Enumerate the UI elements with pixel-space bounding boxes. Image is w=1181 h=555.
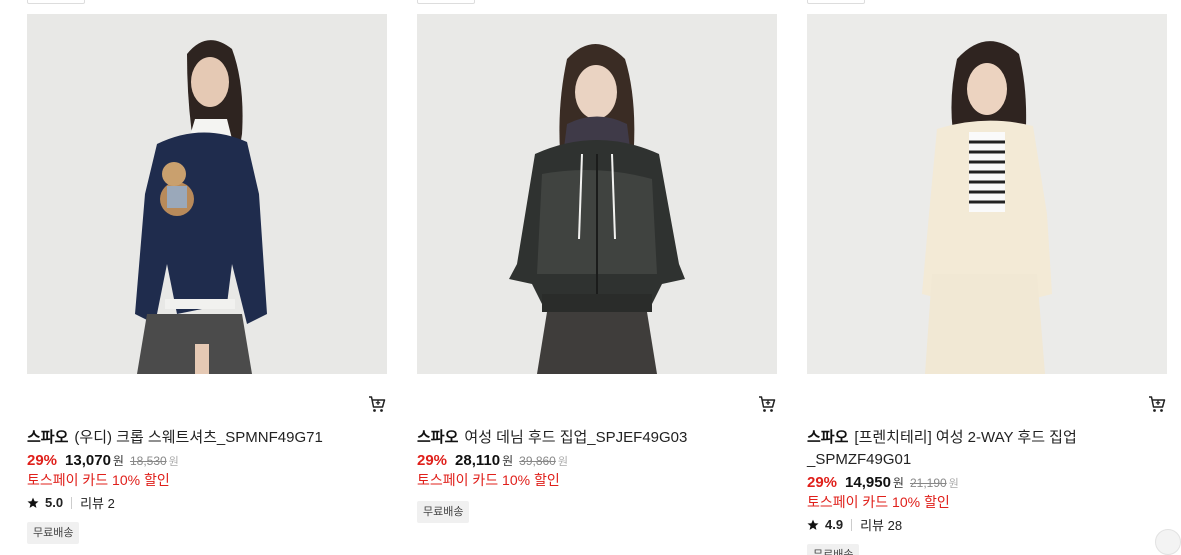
product-title[interactable]: 스파오 [프렌치테리] 여성 2-WAY 후드 집업 _SPMZF49G01 bbox=[807, 427, 1167, 471]
rating-row: 5.0 리뷰 2 bbox=[27, 493, 115, 512]
original-price: 39,860 bbox=[519, 454, 556, 468]
rating-score: 4.9 bbox=[825, 517, 844, 532]
rating-row: 4.9 리뷰 28 bbox=[807, 515, 902, 534]
divider bbox=[851, 518, 853, 531]
cream-hood-zipup-photo-icon bbox=[807, 14, 1167, 374]
navy-sweatshirt-photo-icon bbox=[27, 14, 387, 374]
currency-unit: 원 bbox=[112, 454, 124, 468]
sale-price: 14,950 bbox=[845, 474, 891, 491]
free-shipping-badge: 무료배송 bbox=[417, 501, 470, 523]
discount-rate: 29% bbox=[807, 474, 838, 491]
brand-name: 스파오 bbox=[27, 429, 69, 446]
product-image[interactable] bbox=[417, 14, 777, 374]
rating-score: 5.0 bbox=[45, 495, 64, 510]
sale-price: 13,070 bbox=[65, 452, 111, 469]
cart-icon bbox=[759, 396, 776, 412]
price-row: 29% 28,110 원 39,860 원 bbox=[417, 452, 568, 469]
currency-unit: 원 bbox=[502, 454, 514, 468]
original-currency-unit: 원 bbox=[948, 478, 959, 490]
sale-price: 28,110 bbox=[455, 452, 501, 469]
product-title[interactable]: 스파오 여성 데님 후드 집업_SPJEF49G03 bbox=[417, 427, 777, 449]
free-shipping-badge: 무료배송 bbox=[27, 522, 80, 544]
add-to-cart-button[interactable] bbox=[367, 394, 387, 414]
discount-rate: 29% bbox=[417, 452, 448, 469]
original-price: 21,190 bbox=[909, 476, 947, 490]
product-grid: 스파오 (우디) 크롭 스웨트셔츠_SPMNF49G71 29% 13,070 원… bbox=[0, 0, 1181, 555]
scroll-button[interactable] bbox=[1155, 529, 1181, 555]
card-promo-text: 토스페이 카드 10% 할인 bbox=[807, 494, 950, 510]
product-name: (우디) 크롭 스웨트셔츠_SPMNF49G71 bbox=[74, 429, 323, 446]
previous-row-element bbox=[807, 0, 865, 4]
cart-icon bbox=[1149, 396, 1166, 412]
star-icon bbox=[807, 519, 819, 530]
cart-icon bbox=[369, 396, 386, 412]
original-currency-unit: 원 bbox=[557, 456, 568, 468]
discount-rate: 29% bbox=[27, 452, 58, 469]
product-title[interactable]: 스파오 (우디) 크롭 스웨트셔츠_SPMNF49G71 bbox=[27, 427, 387, 449]
star-icon bbox=[27, 497, 39, 508]
price-row: 29% 14,950 원 21,190 원 bbox=[807, 474, 959, 491]
original-currency-unit: 원 bbox=[168, 456, 179, 468]
free-shipping-badge: 무료배송 bbox=[807, 544, 860, 555]
product-card[interactable]: 스파오 여성 데님 후드 집업_SPJEF49G03 29% 28,110 원 3… bbox=[417, 0, 777, 555]
product-name-line1: [프렌치테리] 여성 2-WAY 후드 집업 bbox=[854, 429, 1077, 446]
product-name: 여성 데님 후드 집업_SPJEF49G03 bbox=[464, 429, 688, 446]
price-row: 29% 13,070 원 18,530 원 bbox=[27, 452, 179, 469]
previous-row-element bbox=[27, 0, 85, 4]
card-promo-text: 토스페이 카드 10% 할인 bbox=[417, 472, 560, 488]
add-to-cart-button[interactable] bbox=[1147, 394, 1167, 414]
brand-name: 스파오 bbox=[417, 429, 459, 446]
currency-unit: 원 bbox=[892, 476, 904, 490]
brand-name: 스파오 bbox=[807, 429, 849, 446]
review-count: 리뷰 28 bbox=[860, 518, 903, 533]
original-price: 18,530 bbox=[129, 454, 167, 468]
product-name-line2: _SPMZF49G01 bbox=[807, 451, 912, 468]
add-to-cart-button[interactable] bbox=[757, 394, 777, 414]
divider bbox=[71, 496, 73, 509]
denim-hood-jacket-photo-icon bbox=[417, 14, 777, 374]
previous-row-element bbox=[417, 0, 475, 4]
product-card[interactable]: 스파오 [프렌치테리] 여성 2-WAY 후드 집업 _SPMZF49G01 29… bbox=[807, 0, 1167, 555]
product-image[interactable] bbox=[27, 14, 387, 374]
review-count: 리뷰 2 bbox=[80, 496, 115, 511]
product-image[interactable] bbox=[807, 14, 1167, 374]
product-card[interactable]: 스파오 (우디) 크롭 스웨트셔츠_SPMNF49G71 29% 13,070 원… bbox=[27, 0, 387, 555]
card-promo-text: 토스페이 카드 10% 할인 bbox=[27, 472, 170, 488]
